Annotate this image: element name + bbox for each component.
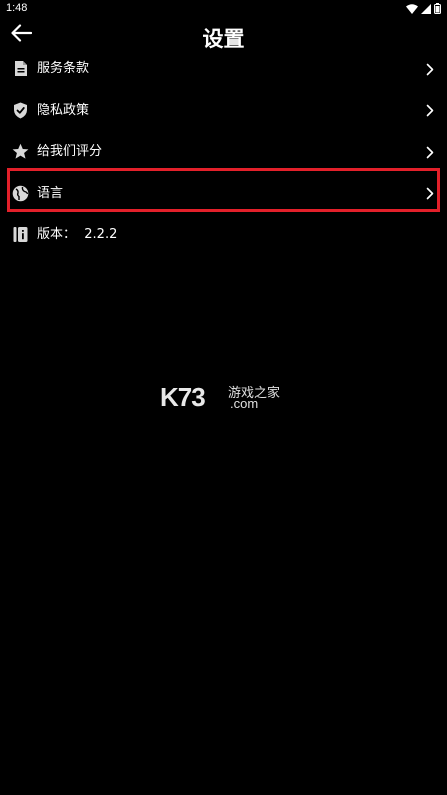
watermark-logo: K73 [160,382,206,412]
signal-icon [421,0,431,18]
chevron-right-icon [425,103,435,119]
settings-item-label: 隐私政策 [37,102,90,118]
globe-icon [12,185,29,202]
settings-item-version: 版本： 2.2.2 [0,214,447,256]
watermark-domain: .com [230,396,259,411]
status-bar: 1:48 [0,0,447,18]
settings-item-rate[interactable]: 给我们评分 [0,131,447,173]
settings-item-privacy[interactable]: 隐私政策 [0,90,447,132]
star-icon [12,143,29,160]
settings-item-label: 给我们评分 [37,144,103,160]
wifi-icon [406,0,418,18]
settings-item-label: 语言 [37,185,64,201]
document-icon [12,60,29,77]
settings-list: 服务条款 隐私政策 给我们评分 语言 版本： 2.2.2 [0,48,447,256]
chevron-right-icon [425,61,435,77]
settings-item-label: 服务条款 [37,61,90,76]
watermark: K73 游戏之家 .com [160,378,290,414]
status-time: 1:48 [6,2,28,14]
version-label: 版本： 2.2.2 [37,227,118,243]
shield-check-icon [12,102,29,119]
status-icons [406,2,441,14]
settings-item-language[interactable]: 语言 [0,173,447,215]
battery-icon [434,0,441,18]
chevron-right-icon [425,186,435,202]
info-icon [12,226,29,243]
settings-item-terms[interactable]: 服务条款 [0,48,447,90]
chevron-right-icon [425,144,435,160]
